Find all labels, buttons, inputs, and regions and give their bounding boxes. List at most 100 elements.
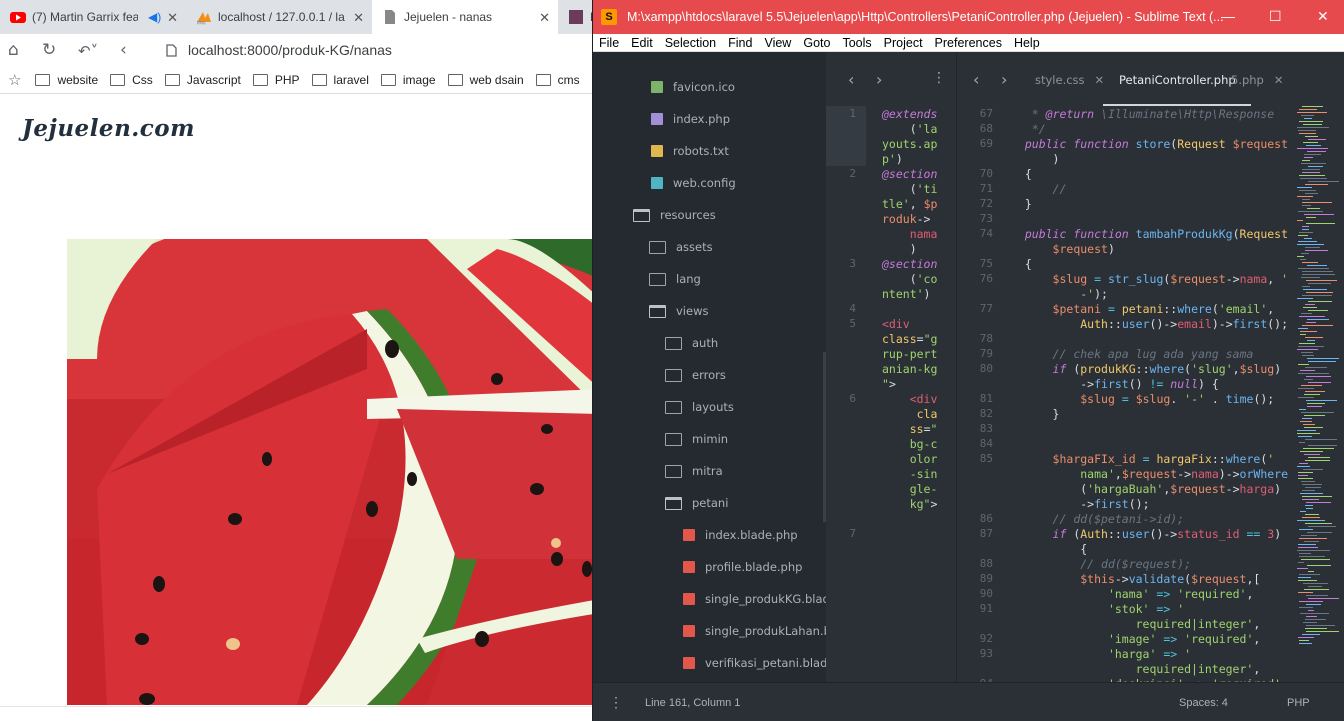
minimap-line [1298, 235, 1308, 236]
folder-icon [665, 464, 682, 478]
phpmyadmin-icon: PMA [197, 12, 211, 25]
browser-tab-phpmyadmin[interactable]: PMA localhost / 127.0.0.1 / la ✕ [186, 0, 372, 34]
minimap-line [1302, 418, 1312, 419]
bookmark-web-dsain[interactable]: web dsain [447, 73, 524, 87]
menu-tools[interactable]: Tools [842, 36, 871, 50]
minimap-line [1298, 346, 1324, 347]
code-line: @section [882, 257, 938, 271]
minimap-line [1301, 313, 1312, 314]
menu-find[interactable]: Find [728, 36, 752, 50]
line-number: 87 [979, 527, 993, 540]
syntax-setting[interactable]: PHP [1287, 697, 1310, 709]
panel-toggle-icon[interactable]: ⋮ [609, 694, 623, 711]
sidebar-item-assets[interactable]: assets [649, 240, 713, 254]
minimap-line [1305, 247, 1320, 248]
line-number: 78 [979, 332, 993, 345]
minimap-line [1308, 301, 1332, 302]
sidebar-item-petani[interactable]: petani [665, 496, 728, 510]
menu-file[interactable]: File [599, 36, 619, 50]
menu-preferences[interactable]: Preferences [935, 36, 1002, 50]
code-area[interactable]: 1 @extends ('la youts.ap p') 2 @section ('ti t… [826, 106, 946, 682]
sidebar-item-lang[interactable]: lang [649, 272, 701, 286]
sidebar-item-single-produklahan-blad[interactable]: single_produkLahan.blad [683, 624, 826, 638]
minimap-line [1298, 637, 1314, 638]
bookmark-website[interactable]: website [35, 73, 98, 87]
sidebar-item-errors[interactable]: errors [665, 368, 726, 382]
minimap-line [1302, 286, 1310, 287]
menu-help[interactable]: Help [1014, 36, 1040, 50]
sidebar-item-auth[interactable]: auth [665, 336, 718, 350]
sidebar-item-views[interactable]: views [649, 304, 708, 318]
maximize-icon[interactable]: ☐ [1269, 8, 1282, 25]
tab-petanicontroller[interactable]: PetaniController.php [1119, 73, 1236, 87]
sidebar-item-robots-txt[interactable]: robots.txt [651, 144, 729, 158]
sidebar-item-label: petani [692, 496, 729, 510]
browser-tab-jejuelen[interactable]: Jejuelen - nanas ✕ [372, 0, 558, 34]
sidebar-item-profile-blade-php[interactable]: profile.blade.php [683, 560, 802, 574]
bookmark-laravel[interactable]: laravel [311, 73, 369, 87]
sidebar-item-resources[interactable]: resources [633, 208, 716, 222]
close-icon[interactable]: ✕ [1317, 8, 1329, 25]
minimap-line [1298, 472, 1313, 473]
url-field[interactable]: localhost:8000/produk-KG/nanas [188, 42, 392, 58]
more-icon[interactable]: ⋮ [932, 70, 946, 86]
reload-icon[interactable]: ↻ [42, 40, 56, 60]
menu-selection[interactable]: Selection [665, 36, 716, 50]
menu-project[interactable]: Project [884, 36, 923, 50]
minimap-line [1301, 163, 1326, 164]
close-tab-icon[interactable]: ✕ [539, 10, 550, 26]
close-tab-icon[interactable]: ✕ [353, 10, 364, 26]
menu-edit[interactable]: Edit [631, 36, 653, 50]
minimap[interactable] [1297, 106, 1343, 676]
page-info-icon[interactable] [166, 44, 177, 57]
close-tab-icon[interactable]: ✕ [167, 10, 178, 26]
minimap-line [1306, 400, 1337, 401]
sidebar-item-favicon-ico[interactable]: favicon.ico [651, 80, 735, 94]
title-bar: S M:\xampp\htdocs\laravel 5.5\Jejuelen\a… [593, 0, 1344, 34]
line-number: 67 [979, 107, 993, 120]
code-area[interactable]: 67 * @return \Illuminate\Http\Response 68… [957, 106, 1297, 682]
bookmark-php[interactable]: PHP [252, 73, 300, 87]
sidebar-item-web-config[interactable]: web.config [651, 176, 736, 190]
minimap-line [1301, 352, 1313, 353]
sidebar-item-label: mitra [692, 464, 723, 478]
sidebar-item-mimin[interactable]: mimin [665, 432, 728, 446]
sidebar-item-label: index.php [673, 112, 731, 126]
code-line: kg"> [909, 497, 938, 511]
menu-goto[interactable]: Goto [803, 36, 830, 50]
chevron-right-icon[interactable]: › [1001, 70, 1007, 89]
minimap-line [1297, 196, 1313, 197]
site-logo[interactable]: Jejuelen.com [22, 115, 195, 142]
close-tab-icon[interactable]: ✕ [1274, 73, 1284, 87]
bookmark-javascript[interactable]: Javascript [164, 73, 241, 87]
close-tab-icon[interactable]: ✕ [1095, 73, 1105, 87]
star-icon[interactable]: ☆ [8, 71, 21, 89]
browser-tab-youtube[interactable]: (7) Martin Garrix feat ◀) ✕ [0, 0, 186, 34]
sidebar-item-verifikasi-petani-blade-ph[interactable]: verifikasi_petani.blade.ph [683, 656, 826, 670]
minimap-line [1304, 238, 1312, 239]
minimize-icon[interactable]: — [1221, 8, 1235, 24]
minimap-line [1300, 451, 1323, 452]
undo-icon[interactable]: ↶˅ [78, 42, 98, 60]
code-line: $this->validate($request,[ [1080, 572, 1261, 586]
speaker-icon[interactable]: ◀) [148, 10, 161, 24]
bookmark-cms[interactable]: cms [535, 73, 580, 87]
bookmark-css[interactable]: Css [110, 73, 153, 87]
line-number: 88 [979, 557, 993, 570]
back-icon[interactable]: ‹ [120, 40, 127, 60]
home-icon[interactable]: ⌂ [8, 40, 19, 60]
folder-open-icon [649, 304, 666, 318]
sidebar-item-index-blade-php[interactable]: index.blade.php [683, 528, 798, 542]
chevron-left-icon[interactable]: ‹ [848, 70, 854, 89]
tab-other-php[interactable]: 5.php ✕ [1231, 73, 1284, 87]
menu-view[interactable]: View [764, 36, 791, 50]
sidebar-item-layouts[interactable]: layouts [665, 400, 734, 414]
sidebar-item-single-produkkg-blade-p[interactable]: single_produkKG.blade.p [683, 592, 826, 606]
chevron-right-icon[interactable]: › [876, 70, 882, 89]
bookmark-image[interactable]: image [380, 73, 436, 87]
indentation-setting[interactable]: Spaces: 4 [1179, 697, 1228, 709]
chevron-left-icon[interactable]: ‹ [973, 70, 979, 89]
tab-style-css[interactable]: style.css ✕ [1035, 73, 1104, 87]
sidebar-item-index-php[interactable]: index.php [651, 112, 730, 126]
sidebar-item-mitra[interactable]: mitra [665, 464, 723, 478]
